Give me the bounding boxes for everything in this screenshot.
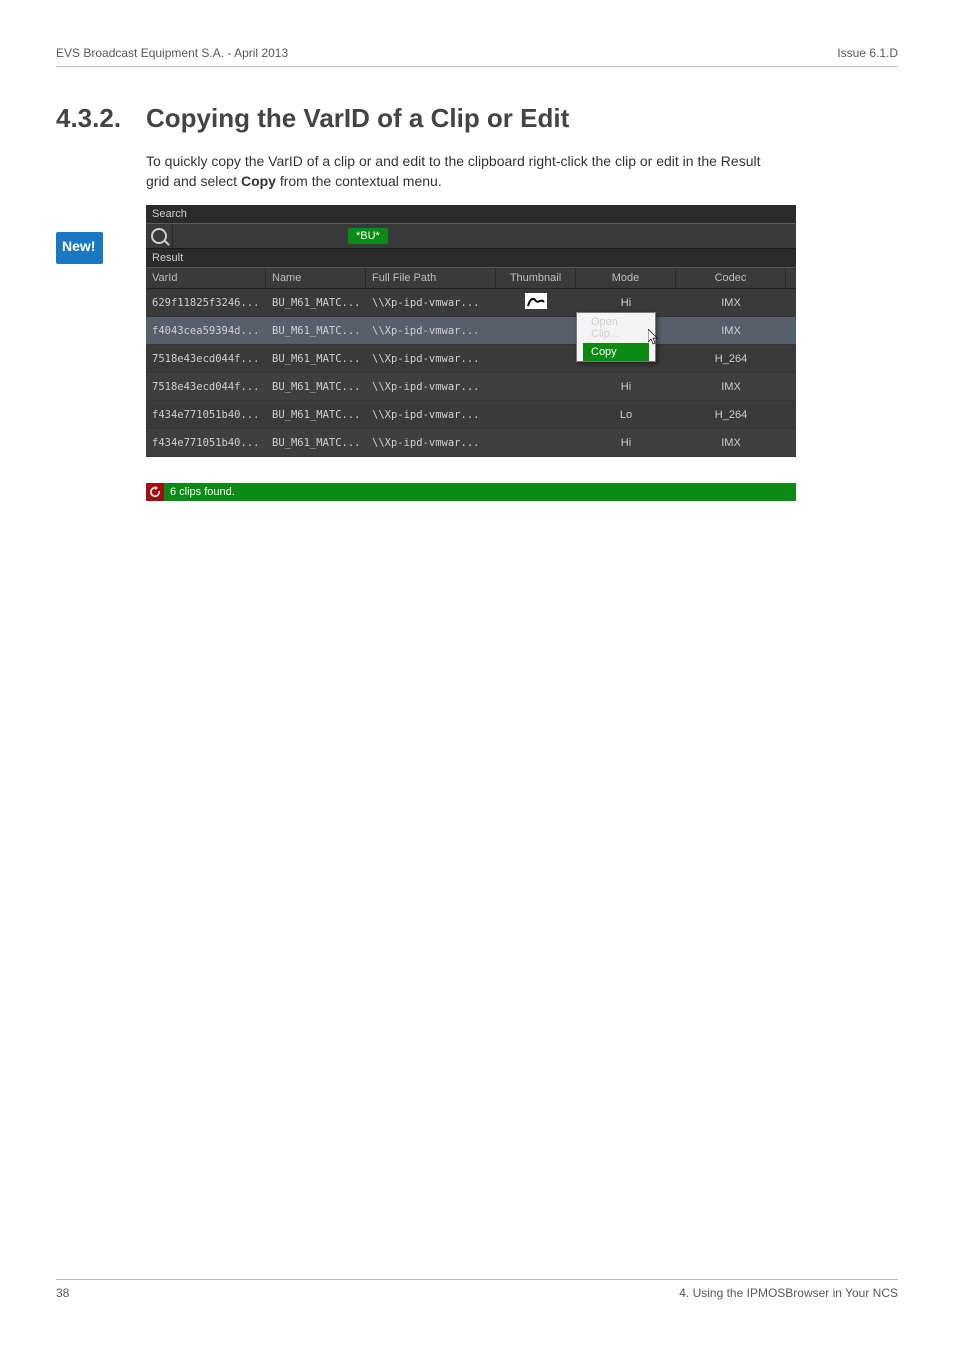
col-path[interactable]: Full File Path xyxy=(366,268,496,288)
cell-mode: Lo xyxy=(576,409,676,421)
cell-path: \\Xp-ipd-vmwar... xyxy=(366,325,496,337)
col-name[interactable]: Name xyxy=(266,268,366,288)
cell-codec: IMX xyxy=(676,381,786,393)
thumbnail-icon xyxy=(525,293,547,309)
grid-header: VarId Name Full File Path Thumbnail Mode… xyxy=(146,267,796,289)
para-part-a: To quickly copy the VarID of a clip or a… xyxy=(146,153,761,189)
cursor-icon xyxy=(642,329,654,345)
table-row[interactable]: f4043cea59394d...BU_M61_MATC...\\Xp-ipd-… xyxy=(146,317,796,345)
table-row[interactable]: 629f11825f3246...BU_M61_MATC...\\Xp-ipd-… xyxy=(146,289,796,317)
section-title: Copying the VarID of a Clip or Edit xyxy=(146,103,569,134)
cell-path: \\Xp-ipd-vmwar... xyxy=(366,297,496,309)
cell-codec: IMX xyxy=(676,437,786,449)
refresh-icon xyxy=(149,486,161,498)
table-row[interactable]: 7518e43ecd044f...BU_M61_MATC...\\Xp-ipd-… xyxy=(146,373,796,401)
cell-path: \\Xp-ipd-vmwar... xyxy=(366,437,496,449)
col-mode[interactable]: Mode xyxy=(576,268,676,288)
footer-right: 4. Using the IPMOSBrowser in Your NCS xyxy=(679,1286,898,1300)
app-window: Search *BU* Result VarId Name Full File … xyxy=(146,205,796,501)
cell-path: \\Xp-ipd-vmwar... xyxy=(366,381,496,393)
search-icon xyxy=(151,228,167,244)
status-text: 6 clips found. xyxy=(170,486,235,498)
new-badge: New! xyxy=(56,232,103,264)
search-term-chip[interactable]: *BU* xyxy=(348,228,388,244)
cell-varid: f434e771051b40... xyxy=(146,409,266,421)
cell-mode: Hi xyxy=(576,437,676,449)
cell-name: BU_M61_MATC... xyxy=(266,325,366,337)
cell-path: \\Xp-ipd-vmwar... xyxy=(366,409,496,421)
col-thumbnail[interactable]: Thumbnail xyxy=(496,268,576,288)
cell-codec: IMX xyxy=(676,325,786,337)
cell-varid: 7518e43ecd044f... xyxy=(146,353,266,365)
cell-name: BU_M61_MATC... xyxy=(266,409,366,421)
cell-name: BU_M61_MATC... xyxy=(266,437,366,449)
header-left: EVS Broadcast Equipment S.A. - April 201… xyxy=(56,46,288,60)
cell-name: BU_M61_MATC... xyxy=(266,381,366,393)
cell-path: \\Xp-ipd-vmwar... xyxy=(366,353,496,365)
table-row[interactable]: f434e771051b40...BU_M61_MATC...\\Xp-ipd-… xyxy=(146,401,796,429)
cell-varid: f4043cea59394d... xyxy=(146,325,266,337)
table-row[interactable]: f434e771051b40...BU_M61_MATC...\\Xp-ipd-… xyxy=(146,429,796,457)
cell-varid: 629f11825f3246... xyxy=(146,297,266,309)
cell-varid: f434e771051b40... xyxy=(146,437,266,449)
cell-mode: Hi xyxy=(576,381,676,393)
section-number: 4.3.2. xyxy=(56,103,146,134)
section-paragraph: To quickly copy the VarID of a clip or a… xyxy=(146,152,786,191)
para-bold: Copy xyxy=(241,173,276,189)
refresh-button[interactable] xyxy=(146,483,164,501)
grid-body: 629f11825f3246...BU_M61_MATC...\\Xp-ipd-… xyxy=(146,289,796,457)
result-section-label: Result xyxy=(146,249,796,267)
cell-mode: Hi xyxy=(576,297,676,309)
cell-varid: 7518e43ecd044f... xyxy=(146,381,266,393)
search-bar: *BU* xyxy=(146,223,796,249)
menu-item-copy[interactable]: Copy xyxy=(583,343,649,361)
cell-codec: IMX xyxy=(676,297,786,309)
cell-name: BU_M61_MATC... xyxy=(266,353,366,365)
cell-name: BU_M61_MATC... xyxy=(266,297,366,309)
search-button[interactable] xyxy=(146,224,173,248)
cell-codec: H_264 xyxy=(676,353,786,365)
page-number: 38 xyxy=(56,1286,69,1300)
menu-item-open-clip[interactable]: Open Clip... xyxy=(583,313,649,343)
cell-codec: H_264 xyxy=(676,409,786,421)
para-part-b: from the contextual menu. xyxy=(276,173,442,189)
header-right: Issue 6.1.D xyxy=(837,46,898,60)
cell-thumbnail xyxy=(496,293,576,312)
col-codec[interactable]: Codec xyxy=(676,268,786,288)
search-section-label: Search xyxy=(146,205,796,223)
table-row[interactable]: 7518e43ecd044f...BU_M61_MATC...\\Xp-ipd-… xyxy=(146,345,796,373)
col-varid[interactable]: VarId xyxy=(146,268,266,288)
status-bar: 6 clips found. xyxy=(146,483,796,501)
